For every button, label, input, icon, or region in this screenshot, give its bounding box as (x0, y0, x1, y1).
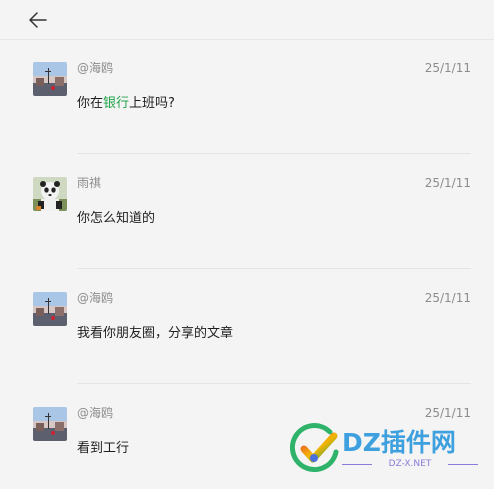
message-text: 你在银行上班吗? (77, 96, 175, 112)
divider (77, 153, 471, 154)
message-text: 你怎么知道的 (77, 211, 156, 226)
divider (77, 383, 471, 384)
street-photo-avatar (33, 407, 67, 441)
street-photo-avatar (33, 292, 67, 326)
watermark-subtitle: DZ-X.NET (342, 459, 478, 470)
message-text-part: 上班吗? (129, 96, 175, 111)
sender-name: @海鸥 (77, 61, 114, 75)
message-text: 我看你朋友圈，分享的文章 (77, 326, 234, 341)
top-bar (0, 0, 494, 40)
street-photo-avatar (33, 62, 67, 96)
message-text-part: 你在 (77, 96, 104, 111)
chat-message: 雨祺 25/1/11 你怎么知道的 (0, 155, 494, 270)
message-time: 25/1/11 (424, 291, 471, 305)
user-avatar[interactable] (33, 177, 67, 211)
user-avatar[interactable] (33, 62, 67, 96)
user-avatar[interactable] (33, 292, 67, 326)
sender-name: @海鸥 (77, 406, 114, 420)
message-time: 25/1/11 (424, 406, 471, 420)
divider (77, 268, 471, 269)
chat-message: @海鸥 25/1/11 你在银行上班吗? (0, 40, 494, 155)
back-button[interactable] (26, 8, 50, 32)
watermark: DZ插件网 DZ-X.NET (290, 420, 490, 484)
message-time: 25/1/11 (424, 176, 471, 190)
sender-name: 雨祺 (77, 176, 102, 190)
checkmark-logo-icon (290, 423, 339, 473)
sender-name: @海鸥 (77, 291, 114, 305)
message-text: 看到工行 (77, 441, 130, 456)
watermark-title: DZ插件网 (342, 428, 456, 457)
chat-message: @海鸥 25/1/11 我看你朋友圈，分享的文章 (0, 270, 494, 385)
highlight-link[interactable]: 银行 (103, 96, 129, 111)
arrow-left-icon (29, 12, 47, 28)
panda-avatar (33, 177, 67, 211)
message-time: 25/1/11 (424, 61, 471, 75)
user-avatar[interactable] (33, 407, 67, 441)
